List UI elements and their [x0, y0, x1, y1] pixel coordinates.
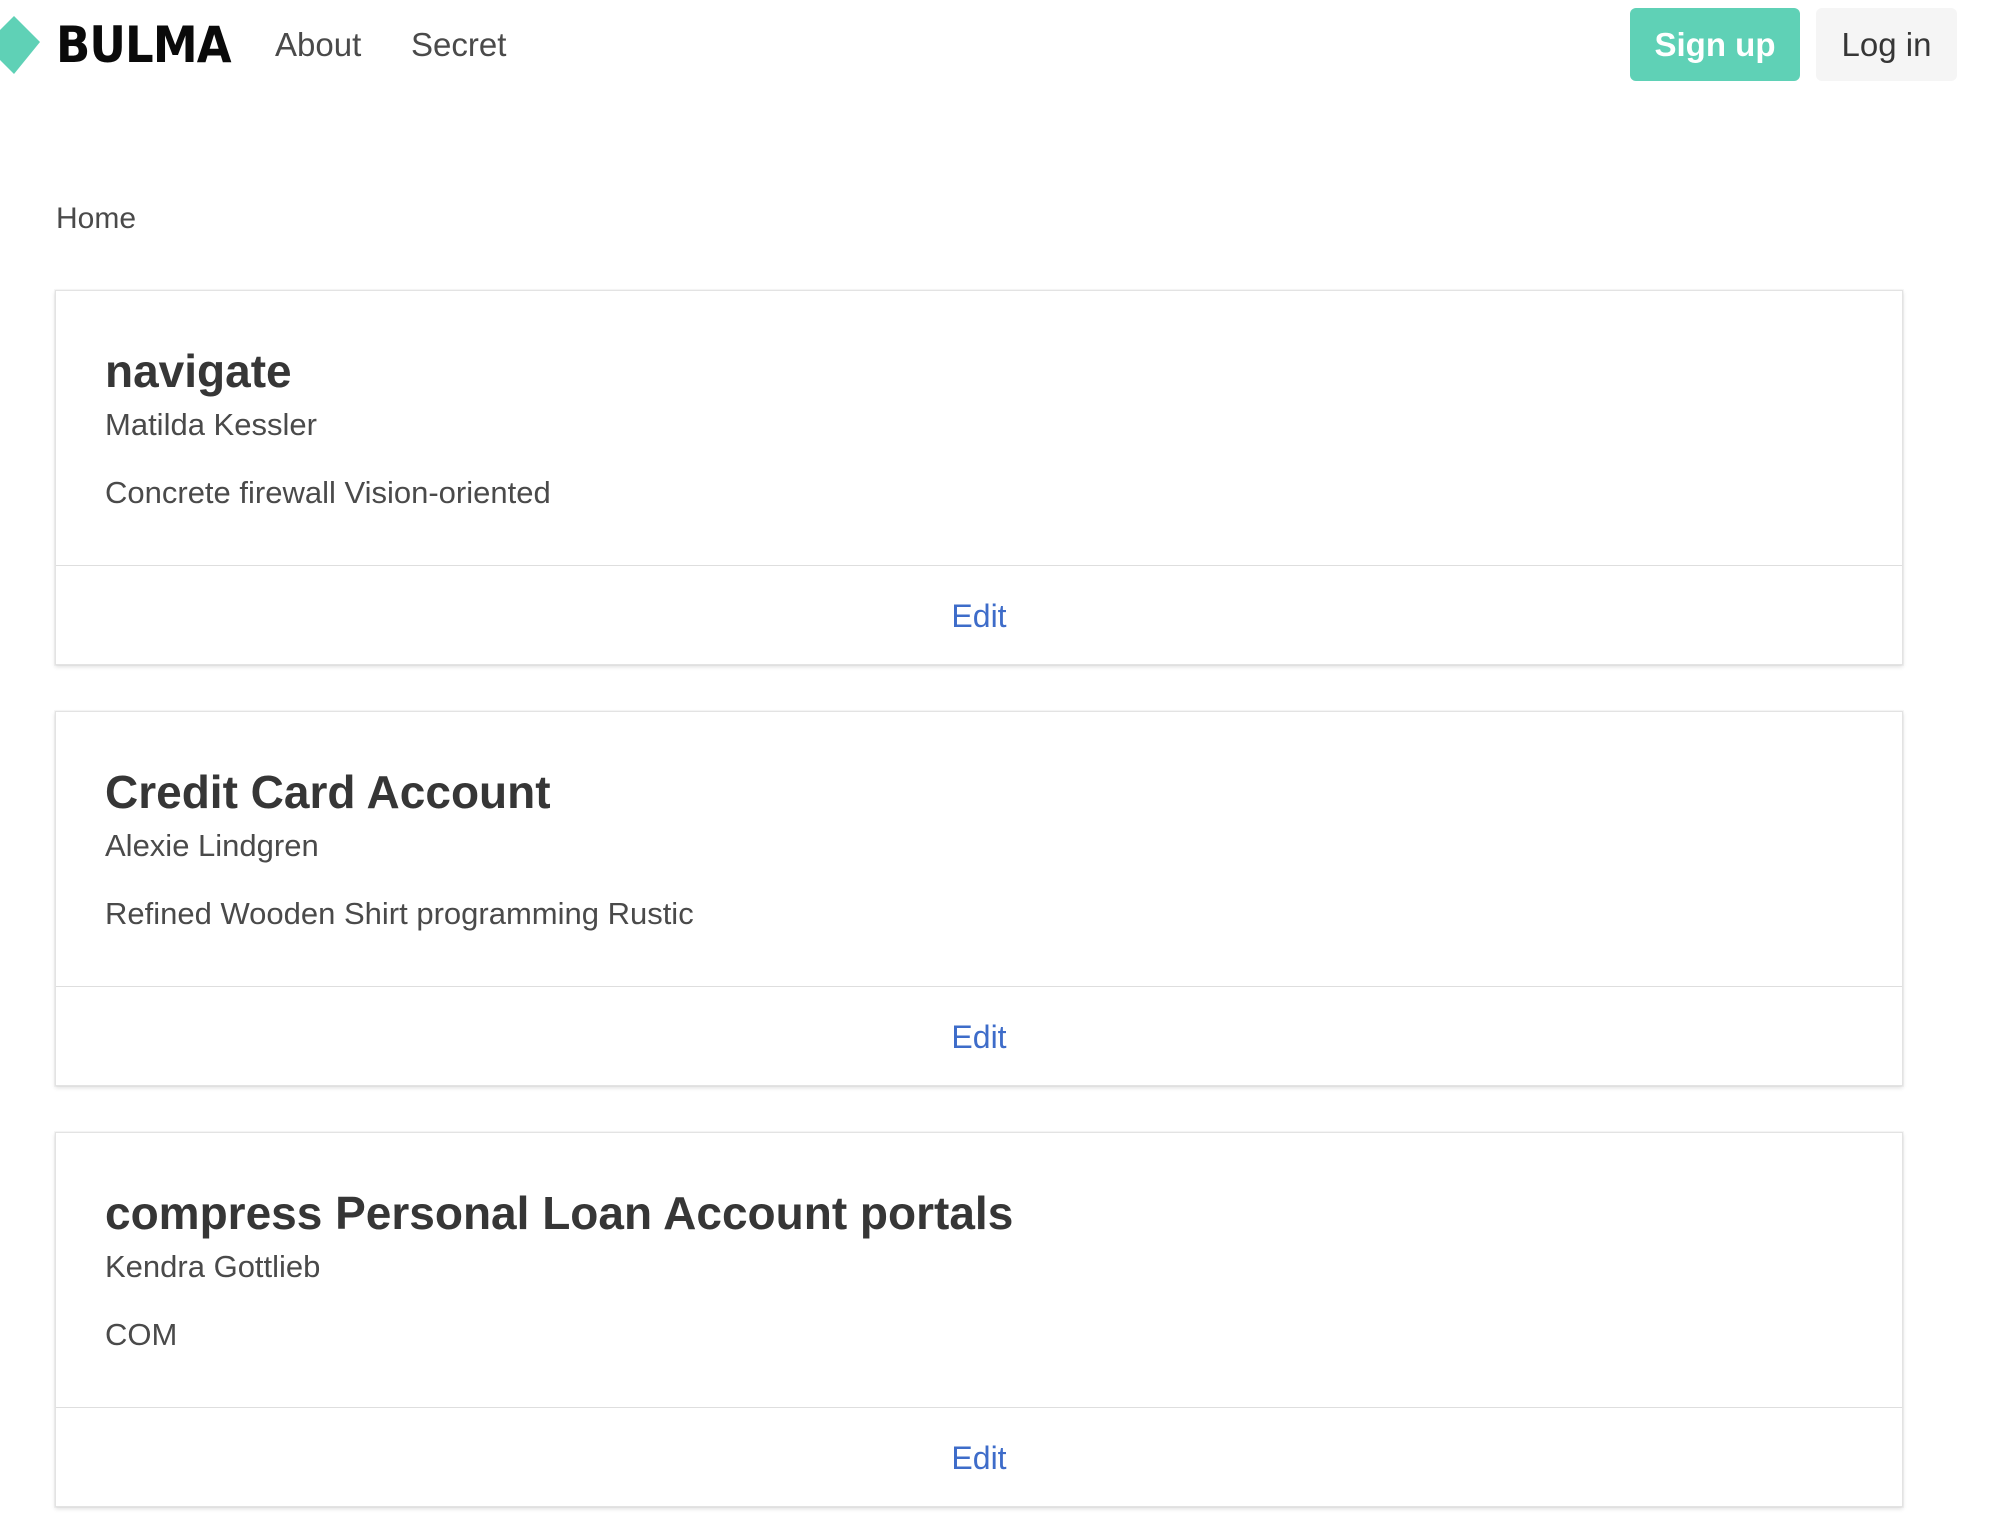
card-title: Credit Card Account [105, 766, 551, 818]
nav-link-about[interactable]: About [275, 20, 361, 70]
sign-up-button[interactable]: Sign up [1630, 8, 1800, 81]
card-title: navigate [105, 345, 292, 397]
card: Credit Card Account Alexie Lindgren Refi… [55, 711, 1903, 1086]
brand-wordmark: BULMA [56, 16, 232, 74]
edit-link[interactable]: Edit [951, 1433, 1006, 1483]
card-subtitle: Matilda Kessler [105, 407, 317, 442]
nav-link-secret[interactable]: Secret [411, 20, 506, 70]
edit-link[interactable]: Edit [951, 591, 1006, 641]
card-footer: Edit [56, 1407, 1902, 1507]
card-content: Concrete firewall Vision-oriented [105, 475, 551, 510]
bulma-logo-icon [0, 16, 40, 74]
brand-logo-link[interactable]: BULMA [0, 14, 250, 76]
card-title: compress Personal Loan Account portals [105, 1187, 1014, 1239]
card: compress Personal Loan Account portals K… [55, 1132, 1903, 1507]
breadcrumb-item-home[interactable]: Home [56, 202, 136, 235]
card-content: Refined Wooden Shirt programming Rustic [105, 896, 694, 931]
breadcrumb: Home [56, 197, 136, 241]
card-footer: Edit [56, 565, 1902, 665]
log-in-button[interactable]: Log in [1816, 8, 1957, 81]
card-footer: Edit [56, 986, 1902, 1086]
card-subtitle: Alexie Lindgren [105, 828, 319, 863]
card: navigate Matilda Kessler Concrete firewa… [55, 290, 1903, 665]
card-content: COM [105, 1317, 178, 1352]
navbar: BULMA About Secret Sign up Log in [0, 0, 1996, 91]
edit-link[interactable]: Edit [951, 1012, 1006, 1062]
card-subtitle: Kendra Gottlieb [105, 1249, 321, 1284]
